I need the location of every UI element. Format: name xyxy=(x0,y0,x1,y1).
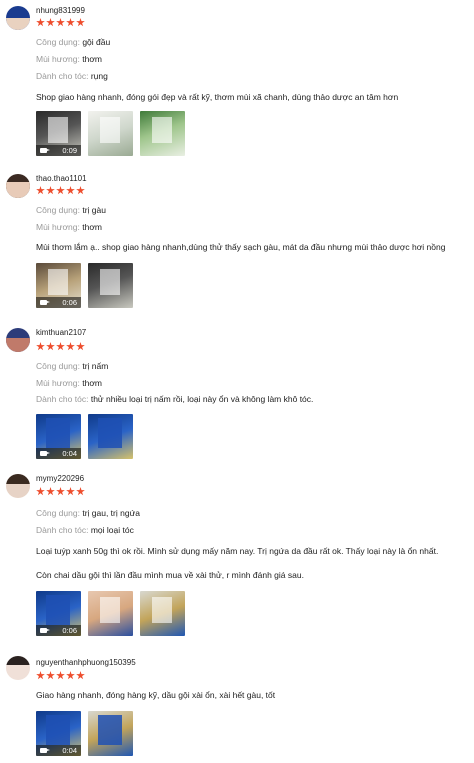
video-camera-icon xyxy=(40,451,50,456)
star-icon xyxy=(66,186,75,195)
star-icon xyxy=(56,18,65,27)
star-icon xyxy=(56,487,65,496)
review-video-thumbnail[interactable]: 0:09 xyxy=(36,111,81,156)
product-image xyxy=(100,117,120,143)
star-icon xyxy=(66,342,75,351)
attribute-row: Mùi hương: thơm xyxy=(36,222,102,232)
star-icon xyxy=(76,342,85,351)
video-camera-icon xyxy=(40,748,50,753)
product-image xyxy=(48,269,68,295)
star-icon xyxy=(66,671,75,680)
attribute-row: Công dụng: trị gàu xyxy=(36,205,106,215)
attribute-row: Công dụng: trị gau, trị ngứa xyxy=(36,508,140,518)
product-image xyxy=(152,117,172,143)
attribute-row: Mùi hương: thơm xyxy=(36,54,102,64)
star-icon xyxy=(46,18,55,27)
star-icon xyxy=(76,487,85,496)
video-duration-bar: 0:06 xyxy=(36,625,81,636)
star-icon xyxy=(46,342,55,351)
star-icon xyxy=(56,342,65,351)
review-image-thumbnail[interactable] xyxy=(88,263,133,308)
user-avatar[interactable] xyxy=(6,6,30,30)
product-image xyxy=(98,715,122,745)
video-duration: 0:06 xyxy=(62,298,77,307)
review-image-thumbnail[interactable] xyxy=(88,711,133,756)
review-image-thumbnail[interactable] xyxy=(140,111,185,156)
star-icon xyxy=(46,186,55,195)
product-image xyxy=(46,715,70,745)
attribute-row: Dành cho tóc: mọi loại tóc xyxy=(36,525,134,535)
star-icon xyxy=(36,186,45,195)
video-duration-bar: 0:09 xyxy=(36,145,81,156)
review-image-thumbnail[interactable] xyxy=(88,591,133,636)
video-camera-icon xyxy=(40,628,50,633)
product-image xyxy=(48,117,68,143)
star-icon xyxy=(46,671,55,680)
review-image-thumbnail[interactable] xyxy=(88,111,133,156)
video-duration: 0:04 xyxy=(62,449,77,458)
review-text: Loại tuýp xanh 50g thì ok rồi. Mình sử d… xyxy=(36,546,439,556)
attribute-row: Dành cho tóc: thử nhiều loại trị nấm rồi… xyxy=(36,394,314,404)
attribute-row: Dành cho tóc: rụng xyxy=(36,71,108,81)
rating-stars xyxy=(36,487,85,496)
video-duration-bar: 0:04 xyxy=(36,745,81,756)
product-image xyxy=(46,595,70,625)
user-avatar[interactable] xyxy=(6,174,30,198)
rating-stars xyxy=(36,18,85,27)
rating-stars xyxy=(36,342,85,351)
product-image xyxy=(46,418,70,448)
star-icon xyxy=(36,342,45,351)
review-image-thumbnail[interactable] xyxy=(88,414,133,459)
review-video-thumbnail[interactable]: 0:04 xyxy=(36,711,81,756)
review-username[interactable]: nguyenthanhphuong150395 xyxy=(36,658,136,667)
review-username[interactable]: kimthuan2107 xyxy=(36,328,86,337)
review-username[interactable]: thao.thao1101 xyxy=(36,174,87,183)
star-icon xyxy=(66,18,75,27)
video-duration: 0:06 xyxy=(62,626,77,635)
review-username[interactable]: mymy220296 xyxy=(36,474,84,483)
star-icon xyxy=(76,18,85,27)
review-text: Còn chai dầu gội thì lần đầu mình mua về… xyxy=(36,570,304,580)
star-icon xyxy=(36,487,45,496)
review-video-thumbnail[interactable]: 0:06 xyxy=(36,591,81,636)
rating-stars xyxy=(36,671,85,680)
star-icon xyxy=(66,487,75,496)
product-image xyxy=(98,418,122,448)
user-avatar[interactable] xyxy=(6,656,30,680)
review-text: Mùi thơm lắm ạ.. shop giao hàng nhanh,dù… xyxy=(36,242,446,252)
review-username[interactable]: nhung831999 xyxy=(36,6,85,15)
review-text: Shop giao hàng nhanh, đóng gói đẹp và rấ… xyxy=(36,92,399,102)
video-duration: 0:04 xyxy=(62,746,77,755)
star-icon xyxy=(56,671,65,680)
product-image xyxy=(152,597,172,623)
review-text: Giao hàng nhanh, đóng hàng kỹ, dầu gội x… xyxy=(36,690,276,700)
star-icon xyxy=(36,18,45,27)
video-duration-bar: 0:04 xyxy=(36,448,81,459)
attribute-row: Công dụng: gội đầu xyxy=(36,37,111,47)
star-icon xyxy=(46,487,55,496)
user-avatar[interactable] xyxy=(6,328,30,352)
product-image xyxy=(100,597,120,623)
video-camera-icon xyxy=(40,300,50,305)
attribute-row: Công dụng: trị nấm xyxy=(36,361,109,371)
video-duration: 0:09 xyxy=(62,146,77,155)
product-image xyxy=(100,269,120,295)
star-icon xyxy=(76,186,85,195)
video-camera-icon xyxy=(40,148,50,153)
star-icon xyxy=(76,671,85,680)
review-video-thumbnail[interactable]: 0:04 xyxy=(36,414,81,459)
user-avatar[interactable] xyxy=(6,474,30,498)
review-image-thumbnail[interactable] xyxy=(140,591,185,636)
attribute-row: Mùi hương: thơm xyxy=(36,378,102,388)
star-icon xyxy=(36,671,45,680)
review-video-thumbnail[interactable]: 0:06 xyxy=(36,263,81,308)
star-icon xyxy=(56,186,65,195)
video-duration-bar: 0:06 xyxy=(36,297,81,308)
rating-stars xyxy=(36,186,85,195)
